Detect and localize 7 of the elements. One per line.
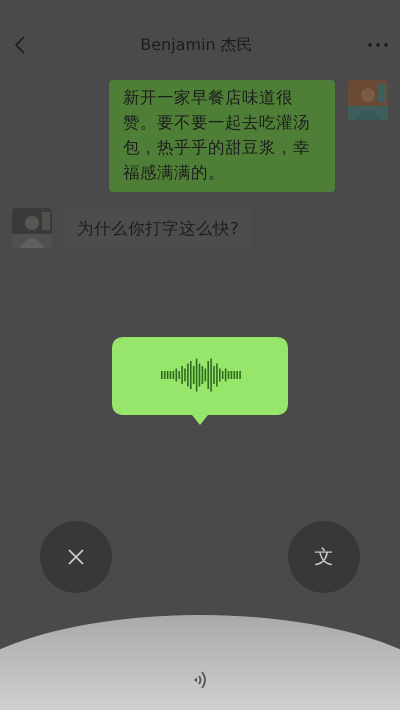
back-icon[interactable] (15, 36, 25, 54)
close-icon (68, 549, 84, 565)
convert-button[interactable]: 文 (288, 521, 360, 593)
voice-icon (193, 670, 207, 690)
message-bubble: 新开一家早餐店味道很赞。要不要一起去吃灌汤包，热乎乎的甜豆浆，幸福感满满的。 (109, 80, 335, 192)
more-icon[interactable] (368, 43, 388, 47)
waveform-icon (161, 358, 241, 392)
